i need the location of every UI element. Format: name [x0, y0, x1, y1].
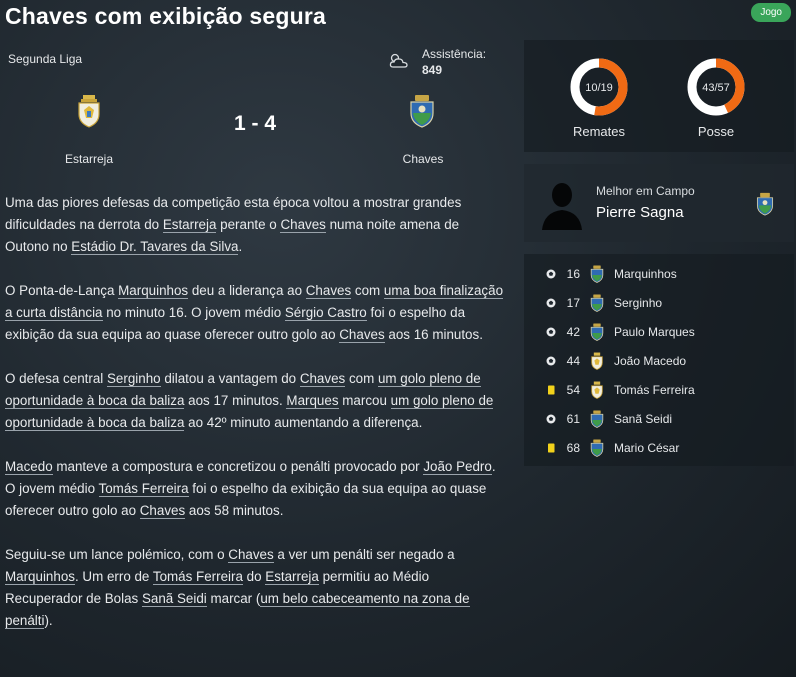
player-link[interactable]: Marques	[286, 393, 339, 409]
event-player-name[interactable]: Tomás Ferreira	[614, 383, 695, 397]
event-row[interactable]: 17 Serginho	[524, 289, 794, 318]
player-link[interactable]: Serginho	[106, 371, 161, 387]
report-paragraph: Seguiu-se um lance polémico, com o Chave…	[5, 547, 470, 629]
chaves-crest-icon	[590, 439, 604, 457]
attendance-value: 849	[422, 63, 443, 77]
event-player-name[interactable]: Serginho	[614, 296, 662, 310]
match-events-list: 16 Marquinhos 17 Serginho 42 Paulo Marques 44 J…	[524, 254, 794, 466]
estarreja-crest-icon	[591, 352, 603, 370]
match-stats-panel: 10/19 Remates 43/57 Posse	[524, 40, 794, 152]
football-icon	[546, 356, 556, 366]
chaves-crest-icon	[590, 294, 604, 312]
event-player-name[interactable]: João Macedo	[614, 354, 686, 368]
player-link[interactable]: Sérgio Castro	[284, 305, 367, 321]
estarreja-crest-icon[interactable]	[76, 94, 102, 128]
event-row[interactable]: 44 João Macedo	[524, 347, 794, 376]
event-minute: 16	[566, 267, 580, 281]
chaves-crest-icon	[590, 410, 604, 428]
team-link[interactable]: Chaves	[280, 217, 326, 233]
event-minute: 61	[566, 412, 580, 426]
football-icon	[546, 269, 556, 279]
player-link[interactable]: Marquinhos	[5, 569, 75, 585]
home-team-name[interactable]: Estarreja	[29, 152, 149, 166]
report-paragraph: Macedo manteve a compostura e concretizo…	[5, 459, 496, 519]
football-icon	[546, 298, 556, 308]
chaves-crest-icon	[756, 192, 774, 216]
team-link[interactable]: Chaves	[305, 283, 352, 299]
event-minute: 68	[566, 441, 580, 455]
event-row[interactable]: 61 Sanã Seidi	[524, 405, 794, 434]
motm-player-name[interactable]: Pierre Sagna	[596, 204, 684, 221]
player-link[interactable]: Marquinhos	[118, 283, 189, 299]
shots-value: 10/19	[585, 82, 613, 94]
possession-label: Posse	[697, 124, 735, 139]
event-minute: 54	[566, 383, 580, 397]
player-link[interactable]: Sanã Seidi	[141, 591, 207, 607]
match-badge[interactable]: Jogo	[751, 3, 791, 22]
match-report: Uma das piores defesas da competição est…	[5, 192, 505, 654]
player-link[interactable]: Tomás Ferreira	[98, 481, 189, 497]
event-row[interactable]: 54 Tomás Ferreira	[524, 376, 794, 405]
team-link[interactable]: Estarreja	[162, 217, 217, 233]
event-minute: 17	[566, 296, 580, 310]
yellow-card-icon	[548, 443, 555, 453]
report-paragraph: Uma das piores defesas da competição est…	[5, 195, 462, 255]
player-link[interactable]: João Pedro	[423, 459, 492, 475]
event-player-name[interactable]: Sanã Seidi	[614, 412, 672, 426]
team-link[interactable]: Chaves	[339, 327, 385, 343]
report-paragraph: O defesa central Serginho dilatou a vant…	[5, 371, 494, 431]
player-link[interactable]: Macedo	[5, 459, 53, 475]
yellow-card-icon	[548, 385, 555, 395]
event-minute: 44	[566, 354, 580, 368]
event-row[interactable]: 16 Marquinhos	[524, 260, 794, 289]
cloudy-weather-icon	[389, 53, 408, 68]
estarreja-crest-icon	[591, 381, 603, 399]
event-row[interactable]: 42 Paulo Marques	[524, 318, 794, 347]
event-player-name[interactable]: Marquinhos	[614, 267, 677, 281]
possession-value: 43/57	[702, 82, 730, 94]
shots-gauge[interactable]: 10/19	[568, 56, 630, 118]
chaves-crest-icon	[590, 323, 604, 341]
league-name[interactable]: Segunda Liga	[8, 52, 82, 66]
report-paragraph: O Ponta-de-Lança Marquinhos deu a lidera…	[5, 283, 504, 343]
chaves-crest-icon	[590, 265, 604, 283]
football-icon	[546, 414, 556, 424]
event-player-name[interactable]: Mario César	[614, 441, 679, 455]
player-link[interactable]: Tomás Ferreira	[152, 569, 243, 585]
event-minute: 42	[566, 325, 580, 339]
player-silhouette-icon	[542, 183, 582, 230]
chaves-crest-icon[interactable]	[409, 94, 435, 128]
team-link[interactable]: Chaves	[228, 547, 274, 563]
team-link[interactable]: Chaves	[299, 371, 346, 387]
stadium-link[interactable]: Estádio Dr. Tavares da Silva	[71, 239, 239, 255]
shots-label: Remates	[572, 124, 626, 139]
attendance-label: Assistência:	[422, 47, 487, 61]
man-of-the-match-card[interactable]: Melhor em Campo Pierre Sagna	[524, 164, 794, 242]
possession-gauge[interactable]: 43/57	[685, 56, 747, 118]
match-score: 1 - 4	[233, 112, 277, 135]
team-link[interactable]: Estarreja	[265, 569, 319, 585]
team-link[interactable]: Chaves	[139, 503, 186, 519]
event-row[interactable]: 68 Mario César	[524, 434, 794, 463]
page-title: Chaves com exibição segura	[5, 3, 326, 29]
football-icon	[546, 327, 556, 337]
event-player-name[interactable]: Paulo Marques	[614, 325, 695, 339]
away-team-name[interactable]: Chaves	[363, 152, 483, 166]
motm-label: Melhor em Campo	[596, 184, 695, 198]
